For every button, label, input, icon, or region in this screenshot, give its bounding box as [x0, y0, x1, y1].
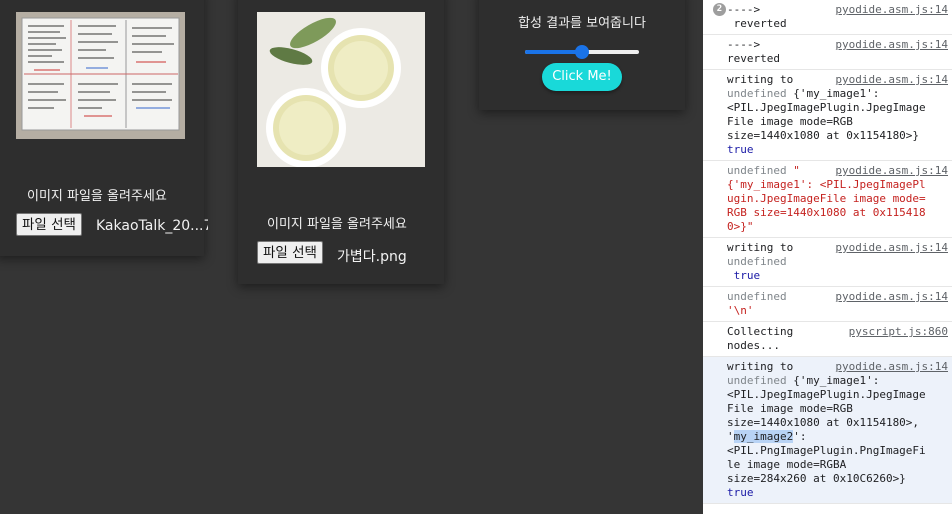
log-line: reverted — [727, 52, 780, 65]
log-line: <PIL.JpegImagePlugin.JpegImage — [727, 388, 926, 401]
log-prefix: undefined — [727, 164, 787, 177]
tea-cups-image — [257, 12, 425, 167]
console-entry: pyodide.asm.js:14 writing to undefined {… — [703, 70, 952, 161]
log-line: RGB size=1440x1080 at 0x115418 — [727, 206, 926, 219]
log-line: size=1440x1080 at 0x1154180>} — [727, 129, 920, 142]
devtools-console: 2 pyodide.asm.js:14 ----> reverted pyodi… — [703, 0, 952, 514]
upload-caption: 이미지 파일을 올려주세요 — [27, 189, 167, 204]
source-link[interactable]: pyodide.asm.js:14 — [835, 360, 948, 374]
log-line: {'my_image1': — [793, 87, 880, 100]
result-panel: 합성 결과를 보여줍니다 Click Me! — [479, 0, 685, 110]
console-entry: pyscript.js:860 Collecting nodes... — [703, 322, 952, 357]
source-link[interactable]: pyodide.asm.js:14 — [835, 38, 948, 52]
log-line: <PIL.JpegImagePlugin.JpegImage — [727, 101, 926, 114]
log-value: true — [727, 143, 754, 156]
click-me-button[interactable]: Click Me! — [542, 63, 622, 91]
console-entry: pyodide.asm.js:14 writing to undefined t… — [703, 238, 952, 287]
repeat-count-badge: 2 — [713, 3, 726, 16]
tea-image-preview — [257, 12, 425, 167]
log-line: File image mode=RGB — [727, 402, 853, 415]
log-prefix: undefined — [727, 87, 787, 100]
selected-text: my_image2 — [733, 430, 794, 443]
log-line: {'my_image1': — [793, 374, 880, 387]
log-line: le image mode=RGBA — [727, 458, 847, 471]
console-entry-selected: pyodide.asm.js:14 writing to undefined {… — [703, 357, 952, 504]
upload-caption: 이미지 파일을 올려주세요 — [267, 217, 407, 232]
console-entry: 2 pyodide.asm.js:14 ----> reverted — [703, 0, 952, 35]
source-link[interactable]: pyodide.asm.js:14 — [835, 290, 948, 304]
log-prefix: undefined — [727, 374, 787, 387]
selected-file-name: 가볍다.png — [337, 249, 407, 265]
source-link[interactable]: pyodide.asm.js:14 — [835, 164, 948, 178]
whiteboard-image-preview — [16, 12, 185, 139]
console-entry: pyodide.asm.js:14 undefined " {'my_image… — [703, 161, 952, 238]
console-entry: pyodide.asm.js:14 undefined '\n' — [703, 287, 952, 322]
selected-file-name: KakaoTalk_20...711206 — [96, 218, 208, 234]
file-select-button[interactable]: 파일 선택 — [16, 213, 82, 236]
blend-slider[interactable] — [525, 45, 639, 59]
source-link[interactable]: pyodide.asm.js:14 — [835, 241, 948, 255]
log-line: ugin.JpegImageFile image mode= — [727, 192, 926, 205]
log-value: true — [727, 269, 761, 282]
log-line: ' — [727, 430, 734, 443]
log-line: size=1440x1080 at 0x1154180>, — [727, 416, 920, 429]
log-line: {'my_image1': <PIL.JpegImagePl — [727, 178, 926, 191]
log-line: <PIL.PngImagePlugin.PngImageFi — [727, 444, 926, 457]
source-link[interactable]: pyscript.js:860 — [849, 325, 948, 339]
whiteboard-image — [16, 12, 185, 139]
log-line: " — [793, 164, 800, 177]
log-prefix: undefined — [727, 255, 787, 268]
log-value: true — [727, 486, 754, 499]
log-line: reverted — [727, 17, 787, 30]
source-link[interactable]: pyodide.asm.js:14 — [835, 3, 948, 17]
log-line: File image mode=RGB — [727, 115, 853, 128]
console-entry: pyodide.asm.js:14 ----> reverted — [703, 35, 952, 70]
slider-fill — [525, 50, 582, 54]
image-uploader-card-1: 이미지 파일을 올려주세요 파일 선택 KakaoTalk_20...71120… — [0, 0, 208, 256]
log-line: size=284x260 at 0x10C6260>} — [727, 472, 906, 485]
result-title: 합성 결과를 보여줍니다 — [518, 16, 646, 31]
image-uploader-card-2: 이미지 파일을 올려주세요 파일 선택 가볍다.png — [238, 0, 444, 284]
file-select-button[interactable]: 파일 선택 — [257, 241, 323, 264]
log-line: ': — [793, 430, 807, 443]
slider-thumb[interactable] — [575, 45, 589, 59]
source-link[interactable]: pyodide.asm.js:14 — [835, 73, 948, 87]
log-line: nodes... — [727, 339, 780, 352]
log-line: 0>}" — [727, 220, 754, 233]
log-value: '\n' — [727, 304, 754, 317]
